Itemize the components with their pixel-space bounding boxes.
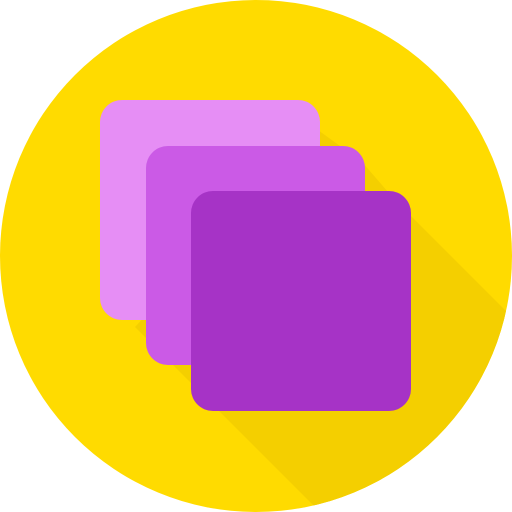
layer-front [191,191,411,411]
icon-canvas [0,0,512,512]
layers-icon [0,0,512,512]
